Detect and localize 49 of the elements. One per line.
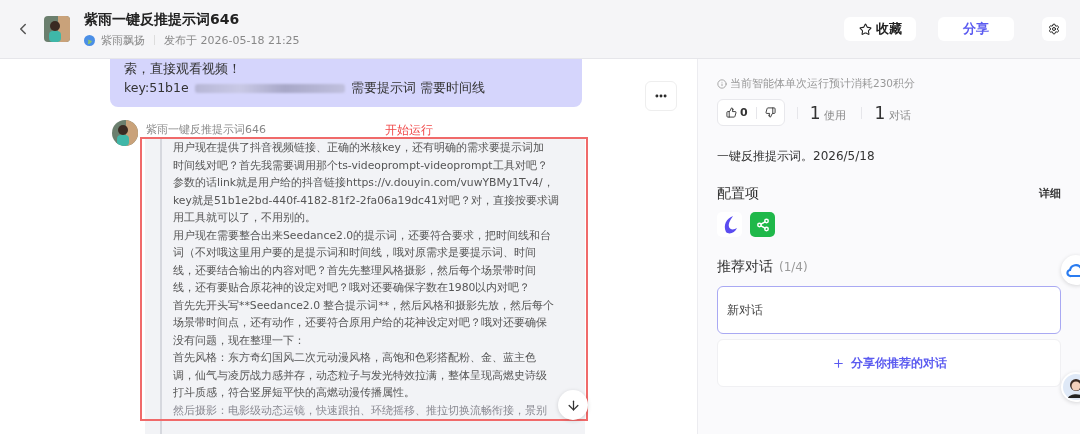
favorite-button[interactable]: 收藏 bbox=[844, 17, 916, 41]
reasoning-line: 词（不对哦这里用户要的是提示词和时间线，哦对原需求是要提示词、时间 bbox=[173, 245, 536, 261]
cost-note: 当前智能体单次运行预计消耗230积分 bbox=[717, 77, 1061, 91]
conversation-item[interactable]: 新对话 bbox=[717, 286, 1061, 334]
plus-icon bbox=[831, 356, 845, 370]
settings-button[interactable] bbox=[1042, 17, 1066, 41]
reasoning-line: 线，还要结合输出的内容对吧？首先先整理风格摄影，然后每个场景带时间 bbox=[173, 262, 536, 279]
reasoning-line: 打斗质感，符合竖屏短平快的高燃动漫传播属性。 bbox=[173, 385, 415, 401]
conversation-count: (1/4) bbox=[779, 260, 808, 274]
reasoning-line: 首先风格：东方奇幻国风二次元动漫风格，高饱和色彩搭配粉、金、蓝主色 bbox=[173, 350, 536, 366]
stat-label: 使用 bbox=[824, 108, 847, 123]
annotation-label: 开始运行 bbox=[385, 122, 433, 139]
share-conversation-button[interactable]: 分享你推荐的对话 bbox=[717, 339, 1061, 387]
gear-icon bbox=[1048, 22, 1060, 36]
section-title: 推荐对话 bbox=[717, 258, 773, 276]
dislike-button[interactable] bbox=[764, 107, 776, 118]
publish-date: 发布于 2026-05-18 21:25 bbox=[164, 32, 300, 48]
author-name[interactable]: 紫雨飘扬 bbox=[101, 32, 145, 48]
arrow-down-icon bbox=[565, 397, 581, 413]
agent-description: 一键反推提示词。2026/5/18 bbox=[717, 148, 876, 165]
reasoning-line: key就是51b1e2bd-440f-4182-81f2-2fa06a19dc41对吧？对，直接按要求调 bbox=[173, 192, 559, 209]
detail-link[interactable]: 详细 bbox=[1039, 187, 1061, 201]
agent-avatar bbox=[44, 16, 70, 42]
stat-value: 1 bbox=[874, 102, 886, 123]
reasoning-line: 首先先开头写**Seedance2.0 整合提示词**，然后风格和摄影先放，然后每个 bbox=[173, 297, 555, 314]
thumbs-up-icon bbox=[726, 107, 737, 118]
agent-title: 紫雨一键反推提示词646 bbox=[84, 10, 241, 29]
reasoning-line: 参数的话link就是用户给的抖音链接https://v.douyin.com/vuwYBMy1Tv4/， bbox=[173, 175, 554, 191]
reasoning-line: 没有问题，现在整理一下： bbox=[173, 332, 305, 349]
section-title: 配置项 bbox=[717, 185, 759, 203]
stat-value: 1 bbox=[809, 102, 821, 123]
reasoning-line: 调，仙气与凌厉战力感并存，动态粒子与发光特效拉满，整体呈现高燃史诗级 bbox=[173, 367, 547, 384]
reasoning-line: 用工具就可以了，不用别的。 bbox=[173, 210, 316, 226]
share-button[interactable]: 分享 bbox=[938, 17, 1014, 41]
star-icon bbox=[858, 22, 872, 36]
reasoning-line: 时间线对吧？首先我需要调用那个ts-videoprompt-videoprompt工具对吧？ bbox=[173, 157, 548, 174]
share-node-icon[interactable] bbox=[750, 212, 775, 237]
thumbs-down-icon bbox=[764, 107, 776, 118]
reasoning-line: 用户现在需要整合出来Seedance2.0的提示词，还要符合要求，把时间线和台 bbox=[173, 227, 552, 244]
user-message: 索，直接观看视频！ key:51b1e 需要提示词 需要时间线 bbox=[110, 59, 582, 107]
bot-name: 紫雨一键反推提示词646 bbox=[146, 122, 266, 138]
reasoning-line: 然后摄影：电影级动态运镜，快速跟拍、环绕摇移、推拉切换流畅衔接，景别 bbox=[173, 402, 547, 419]
stat-label: 对话 bbox=[889, 108, 912, 123]
reasoning-line: 线，还有要贴合原花神的设定对吧？哦对还要确保字数在1980以内对吧？ bbox=[173, 280, 531, 296]
reasoning-line: 用户现在提供了抖音视频链接、正确的米核key，还有明确的需求要提示词加 bbox=[173, 140, 544, 156]
info-icon bbox=[717, 79, 727, 89]
reasoning-line: 场景带时间点，还有动作，还要符合原用户给的花神设定对吧？哦对还要确保 bbox=[173, 315, 547, 331]
bot-avatar bbox=[112, 120, 138, 146]
like-button[interactable]: 0 bbox=[726, 106, 748, 119]
